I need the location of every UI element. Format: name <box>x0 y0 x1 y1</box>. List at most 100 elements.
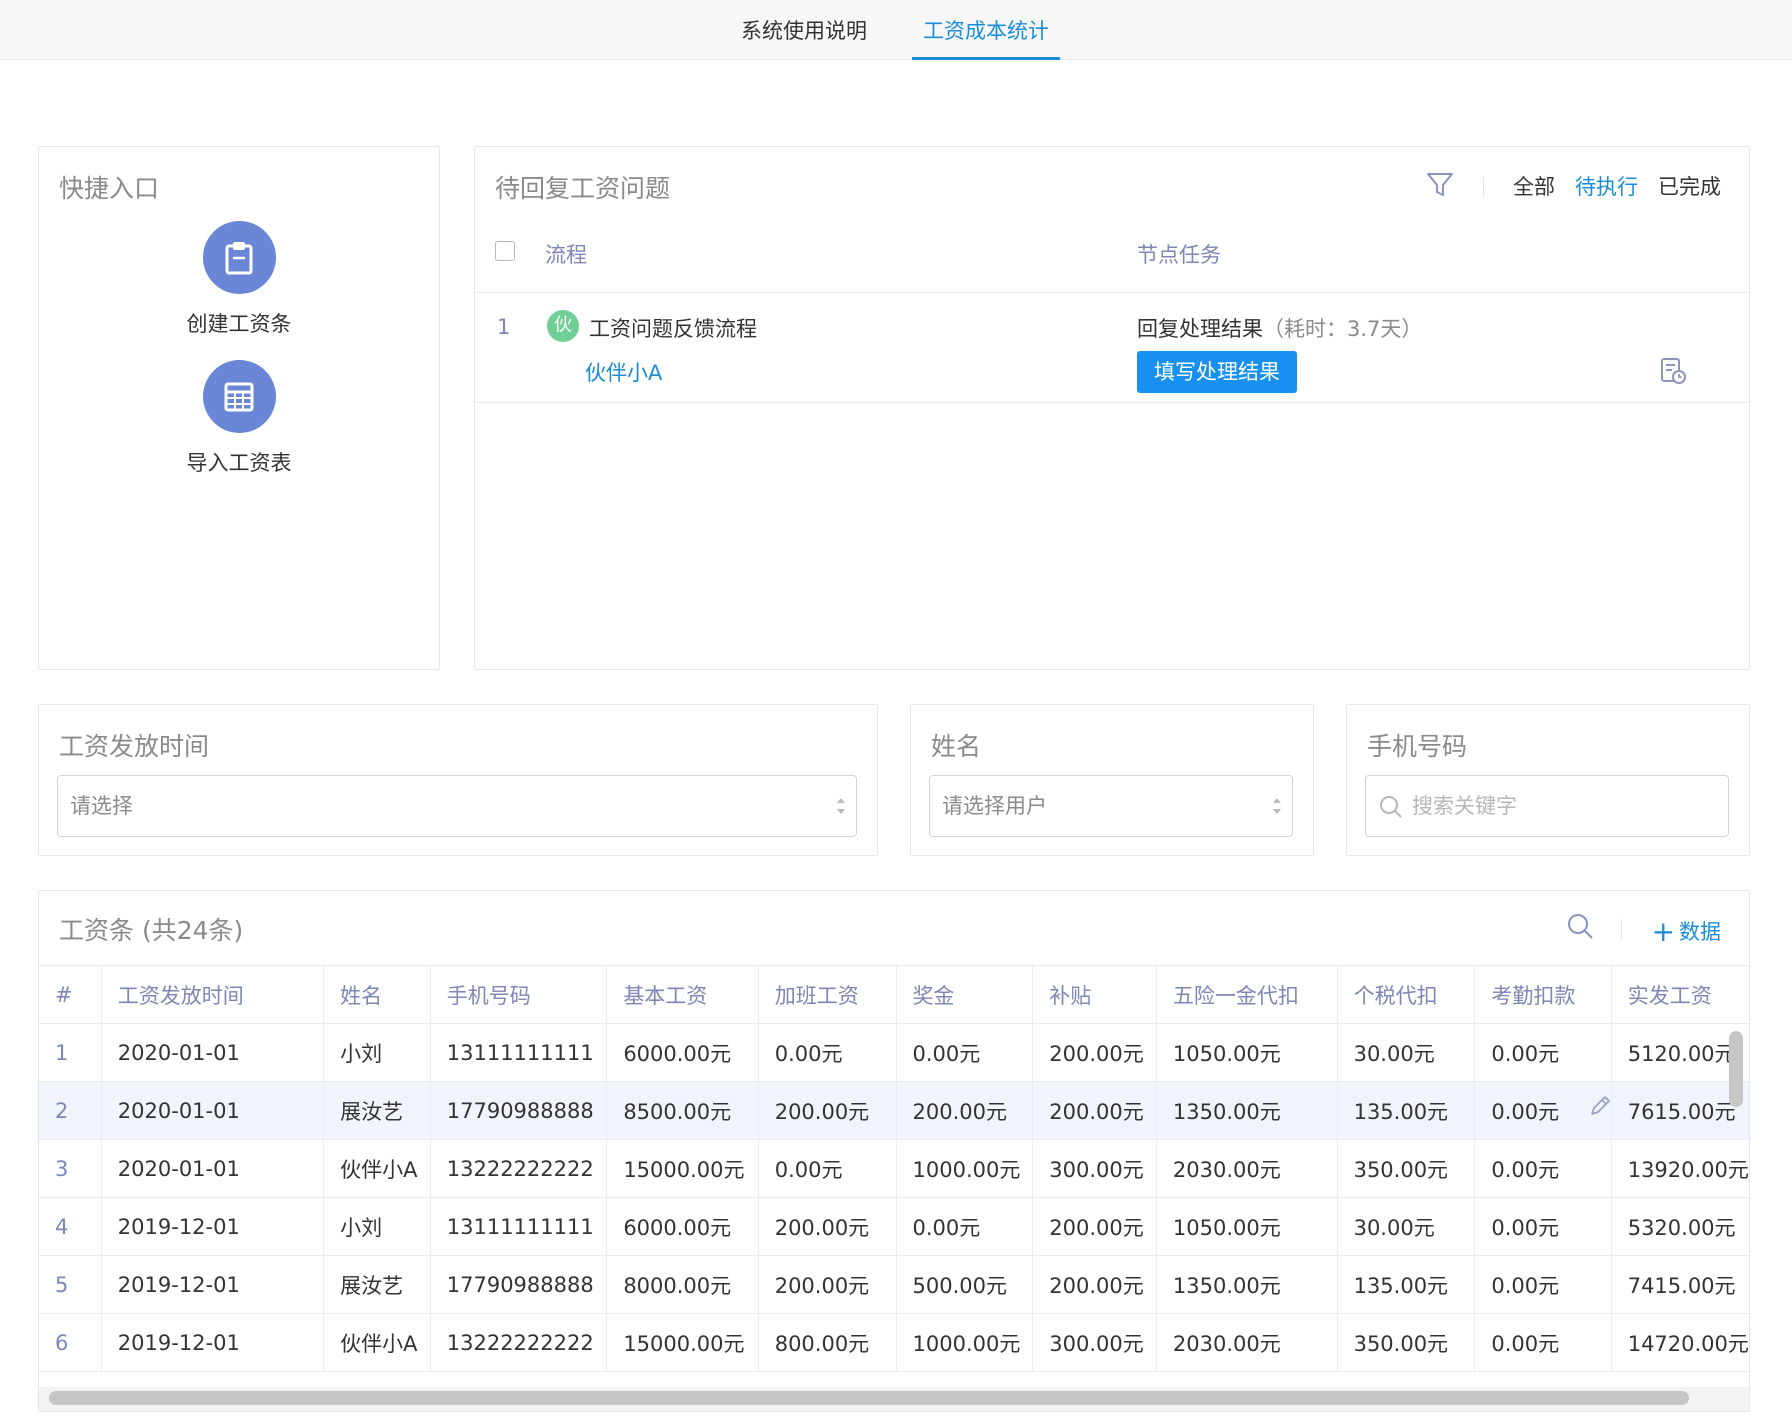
import-salary-sheet-label: 导入工资表 <box>186 451 292 475</box>
filter-pay-date-label: 工资发放时间 <box>59 732 210 761</box>
quick-entry-title: 快捷入口 <box>59 174 160 203</box>
filter-phone-card: 手机号码 搜索关键字 <box>1346 704 1750 856</box>
filter-tab-pending[interactable]: 待执行 <box>1575 171 1638 201</box>
table-cell: 13222222222 <box>430 1139 608 1198</box>
table-cell: 6000.00元 <box>606 1197 759 1256</box>
table-cell: 小刘 <box>323 1023 431 1082</box>
phone-search-input[interactable]: 搜索关键字 <box>1365 775 1729 837</box>
column-header[interactable]: 加班工资 <box>758 965 897 1024</box>
table-cell: 伙伴小A <box>323 1139 431 1198</box>
table-cell: 30.00元 <box>1337 1023 1476 1082</box>
pending-questions-title: 待回复工资问题 <box>495 174 671 203</box>
document-clock-icon[interactable] <box>1659 357 1687 389</box>
table-cell: 15000.00元 <box>606 1139 759 1198</box>
table-cell: 135.00元 <box>1337 1081 1476 1140</box>
table-cell: 15000.00元 <box>606 1313 759 1372</box>
flow-name[interactable]: 工资问题反馈流程 <box>589 313 757 343</box>
column-header[interactable]: 基本工资 <box>606 965 759 1024</box>
import-salary-sheet-button[interactable]: 导入工资表 <box>39 360 439 477</box>
horizontal-scrollbar-track <box>39 1387 1749 1411</box>
search-icon[interactable] <box>1565 911 1595 945</box>
tab-system-guide[interactable]: 系统使用说明 <box>730 0 878 60</box>
table-cell: 17790988888 <box>430 1255 608 1314</box>
vertical-scrollbar[interactable] <box>1729 1031 1743 1107</box>
filter-name-card: 姓名 请选择用户 <box>910 704 1314 856</box>
node-task: 回复处理结果（耗时：3.7天） <box>1137 313 1422 343</box>
column-header[interactable]: 奖金 <box>896 965 1034 1024</box>
table-cell: 200.00元 <box>1032 1081 1157 1140</box>
column-header-node-task: 节点任务 <box>1137 243 1221 267</box>
payslip-table: # 工资发放时间 姓名 手机号码 基本工资 加班工资 奖金 补贴 五险一金代扣 … <box>39 965 1749 1372</box>
filter-tab-all[interactable]: 全部 <box>1513 171 1555 201</box>
create-payslip-label: 创建工资条 <box>186 312 292 336</box>
column-header[interactable]: 五险一金代扣 <box>1156 965 1338 1024</box>
table-cell: 展汝艺 <box>323 1255 431 1314</box>
table-cell: 300.00元 <box>1032 1313 1157 1372</box>
column-header[interactable]: 工资发放时间 <box>101 965 325 1024</box>
table-cell: 17790988888 <box>430 1081 608 1140</box>
column-header[interactable]: 手机号码 <box>430 965 608 1024</box>
payslip-table-card: 工资条 (共24条) + 数据 # 工资发放时间 姓名 手机号码 基本工资 加班工… <box>38 890 1750 1412</box>
table-row[interactable]: 2 2020-01-01 展汝艺 17790988888 8500.00元 200.00元… <box>39 1081 1749 1140</box>
table-cell: 1000.00元 <box>896 1139 1034 1198</box>
payslip-table-title: 工资条 (共24条) <box>59 916 244 945</box>
plus-icon: + <box>1651 915 1675 948</box>
table-cell: 2020-01-01 <box>101 1081 325 1140</box>
filter-phone-label: 手机号码 <box>1367 732 1468 761</box>
table-cell: 135.00元 <box>1337 1255 1476 1314</box>
table-cell: 0.00元 <box>1474 1023 1612 1082</box>
table-cell: 1350.00元 <box>1156 1081 1338 1140</box>
row-index: 6 <box>39 1313 102 1372</box>
row-index: 2 <box>39 1081 102 1140</box>
table-icon <box>202 360 276 433</box>
table-cell: 2020-01-01 <box>101 1139 325 1198</box>
edit-pencil-icon[interactable] <box>1587 1093 1610 1124</box>
filter-icon[interactable] <box>1425 169 1455 203</box>
divider <box>1621 919 1622 939</box>
filter-pay-date-card: 工资发放时间 请选择 <box>38 704 878 856</box>
table-row[interactable]: 1 2020-01-01 小刘 13111111111 6000.00元 0.00元 0.0… <box>39 1023 1749 1082</box>
quick-entry-card: 快捷入口 创建工资条 导入工资表 <box>38 146 440 670</box>
select-all-checkbox[interactable] <box>495 241 515 261</box>
select-arrows-icon <box>1273 798 1281 814</box>
table-cell: 13222222222 <box>430 1313 608 1372</box>
table-cell: 200.00元 <box>758 1255 897 1314</box>
table-row[interactable]: 4 2019-12-01 小刘 13111111111 6000.00元 200.00元 0… <box>39 1197 1749 1256</box>
column-header[interactable]: 姓名 <box>323 965 431 1024</box>
column-header[interactable]: 补贴 <box>1032 965 1157 1024</box>
pending-questions-card: 待回复工资问题 全部 待执行 已完成 流程 节点任务 1 伙 工资问题反馈流程 … <box>474 146 1750 670</box>
column-header[interactable]: 实发工资 <box>1611 965 1749 1024</box>
row-index: 5 <box>39 1255 102 1314</box>
pay-date-select[interactable]: 请选择 <box>57 775 857 837</box>
filter-name-label: 姓名 <box>931 732 982 761</box>
table-cell: 6000.00元 <box>606 1023 759 1082</box>
table-cell: 1050.00元 <box>1156 1197 1338 1256</box>
filter-tab-completed[interactable]: 已完成 <box>1658 171 1721 201</box>
table-cell: 2030.00元 <box>1156 1313 1338 1372</box>
table-cell: 0.00元 <box>758 1139 897 1198</box>
row-index: 3 <box>39 1139 102 1198</box>
table-row[interactable]: 5 2019-12-01 展汝艺 17790988888 8000.00元 200.00元… <box>39 1255 1749 1314</box>
column-header[interactable]: 个税代扣 <box>1337 965 1476 1024</box>
table-cell: 1050.00元 <box>1156 1023 1338 1082</box>
table-cell: 200.00元 <box>758 1197 897 1256</box>
table-cell: 7415.00元 <box>1611 1255 1749 1314</box>
tab-salary-cost-stats[interactable]: 工资成本统计 <box>912 0 1060 60</box>
create-payslip-button[interactable]: 创建工资条 <box>39 221 439 338</box>
add-data-button[interactable]: + 数据 <box>1651 913 1721 948</box>
table-row[interactable]: 6 2019-12-01 伙伴小A 13222222222 15000.00元 800.0… <box>39 1313 1749 1372</box>
table-cell: 500.00元 <box>896 1255 1034 1314</box>
pending-table-header: 流程 节点任务 <box>475 209 1749 293</box>
initiator-link[interactable]: 伙伴小A <box>585 357 662 387</box>
user-select[interactable]: 请选择用户 <box>929 775 1293 837</box>
table-cell: 350.00元 <box>1337 1313 1476 1372</box>
table-cell: 小刘 <box>323 1197 431 1256</box>
table-cell: 200.00元 <box>1032 1197 1157 1256</box>
table-cell: 2019-12-01 <box>101 1255 325 1314</box>
column-header-flow: 流程 <box>545 243 587 267</box>
column-header[interactable]: 考勤扣款 <box>1474 965 1612 1024</box>
fill-result-button[interactable]: 填写处理结果 <box>1137 351 1297 393</box>
table-row[interactable]: 3 2020-01-01 伙伴小A 13222222222 15000.00元 0.00元… <box>39 1139 1749 1198</box>
clipboard-icon <box>202 221 276 294</box>
horizontal-scrollbar[interactable] <box>49 1391 1689 1405</box>
